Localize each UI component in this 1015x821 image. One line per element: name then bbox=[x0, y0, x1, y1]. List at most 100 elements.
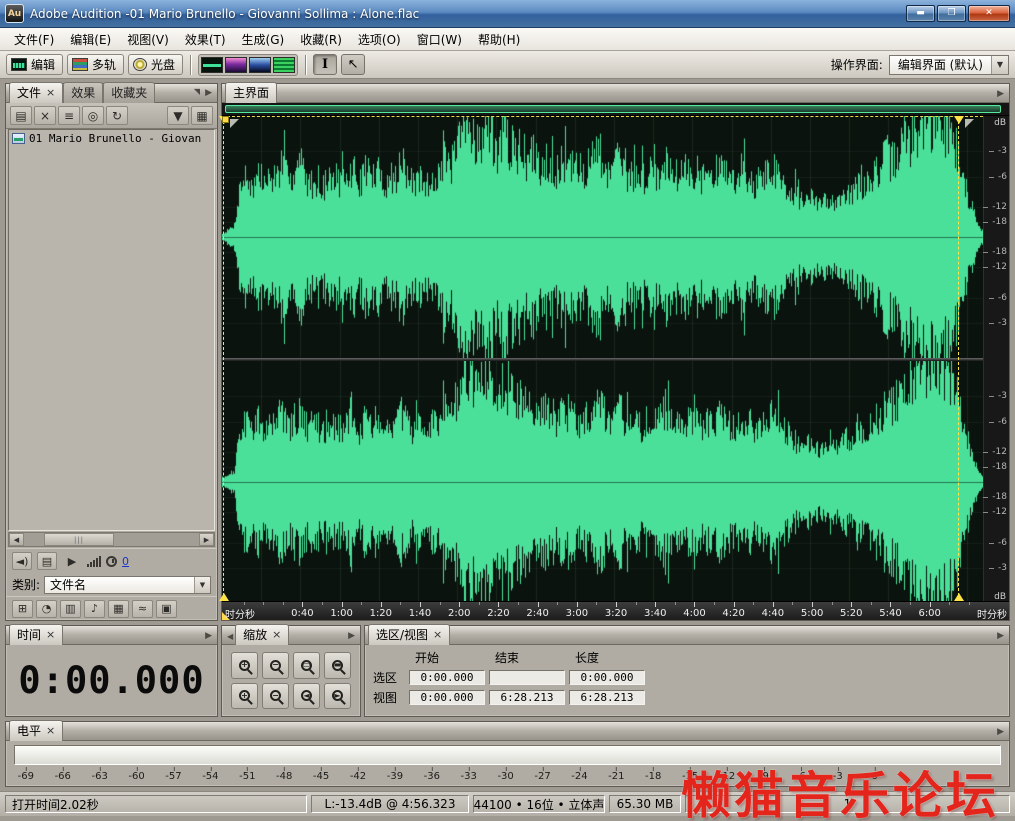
follow-playlist-button[interactable]: ▤ bbox=[37, 552, 57, 570]
menu-item[interactable]: 视图(V) bbox=[119, 28, 177, 51]
zoom-out-vertical-button[interactable]: − bbox=[262, 682, 289, 709]
view-range-bar[interactable] bbox=[225, 105, 1001, 113]
tab-favorites[interactable]: 收藏夹 bbox=[103, 82, 156, 103]
list-item[interactable]: 01 Mario Brunello - Giovan bbox=[9, 130, 214, 147]
panel-menu-button[interactable]: ▶ bbox=[997, 727, 1004, 737]
spectral-frequency-display-button[interactable] bbox=[225, 56, 248, 73]
multitrack-view-button[interactable]: 多轨 bbox=[67, 54, 125, 75]
waveform-display[interactable]: dB -3 -3 -6 -6 -12 -12 -18 -18 dB -3 -3 -6 -6 -12 -12 -1… bbox=[219, 116, 1009, 603]
minimize-button[interactable]: ▬ bbox=[906, 5, 935, 22]
horizontal-scrollbar[interactable]: ◀ ||| ▶ bbox=[8, 532, 215, 547]
boundary-marker-line[interactable] bbox=[953, 116, 964, 601]
preview-play-button[interactable]: ▶ bbox=[62, 552, 82, 570]
zoom-in-horizontal-button[interactable]: + bbox=[231, 652, 258, 679]
selection-end-field[interactable] bbox=[489, 670, 565, 685]
tab-effects[interactable]: 效果 bbox=[63, 82, 104, 103]
menu-item[interactable]: 编辑(E) bbox=[62, 28, 119, 51]
navigation-bar[interactable] bbox=[222, 103, 1009, 116]
selection-start-field[interactable]: 0:00.000 bbox=[409, 670, 485, 685]
tab-time[interactable]: 时间 × bbox=[9, 624, 64, 645]
time-selection-tool-button[interactable]: I bbox=[313, 54, 338, 75]
scrollbar-track[interactable]: ||| bbox=[24, 533, 199, 546]
spectral-pan-display-button[interactable] bbox=[249, 56, 272, 73]
close-file-button[interactable]: × bbox=[34, 106, 56, 125]
db-ruler[interactable]: dB -3 -3 -6 -6 -12 -12 -18 -18 dB -3 -3 -6 -6 -12 -12 -1… bbox=[983, 116, 1009, 602]
loop-duration-icon[interactable] bbox=[106, 555, 117, 567]
sort-category-select[interactable]: 文件名 ▼ bbox=[44, 575, 211, 594]
menu-item[interactable]: 选项(O) bbox=[350, 28, 409, 51]
selection-handle[interactable] bbox=[222, 116, 229, 123]
drag-handle-icon[interactable] bbox=[230, 119, 239, 128]
insert-multitrack-button[interactable]: ≡ bbox=[58, 106, 80, 125]
workspace-select[interactable]: 编辑界面 (默认) ▼ bbox=[888, 54, 1009, 75]
file-list[interactable]: 01 Mario Brunello - Giovan bbox=[8, 129, 215, 531]
menu-item[interactable]: 收藏(R) bbox=[292, 28, 350, 51]
tab-scroll-left-icon[interactable]: ◀ bbox=[225, 632, 235, 644]
scroll-right-icon[interactable]: ▶ bbox=[199, 533, 214, 546]
close-icon[interactable]: × bbox=[433, 629, 442, 640]
loop-count[interactable]: 0 bbox=[122, 555, 129, 568]
close-icon[interactable]: × bbox=[46, 725, 55, 736]
columns-button[interactable]: ▥ bbox=[60, 599, 81, 618]
zoom-out-full-button[interactable]: ▭ bbox=[293, 652, 320, 679]
scrollbar-thumb[interactable]: ||| bbox=[44, 533, 114, 546]
panel-menu-button[interactable]: ▶ bbox=[997, 89, 1004, 99]
grid-button[interactable]: ▦ bbox=[108, 599, 129, 618]
zoom-in-vertical-button[interactable]: + bbox=[231, 682, 258, 709]
edit-view-button[interactable]: 编辑 bbox=[6, 54, 64, 75]
drag-handle-icon[interactable] bbox=[964, 119, 974, 128]
import-file-button[interactable]: ▤ bbox=[10, 106, 32, 125]
panel-menu-button[interactable]: ▶ bbox=[205, 631, 212, 641]
zoom-to-selection-button[interactable]: ▬ bbox=[324, 652, 351, 679]
panel-menu-button[interactable]: ▶ bbox=[348, 631, 355, 641]
spectral-phase-display-button[interactable] bbox=[273, 56, 296, 73]
view-length-field[interactable]: 6:28.213 bbox=[569, 690, 645, 705]
zoom-out-horizontal-button[interactable]: − bbox=[262, 652, 289, 679]
close-icon[interactable]: × bbox=[272, 629, 281, 640]
tab-main-interface[interactable]: 主界面 bbox=[225, 82, 278, 103]
menu-item[interactable]: 生成(G) bbox=[234, 28, 293, 51]
menu-item[interactable]: 窗口(W) bbox=[409, 28, 470, 51]
scrub-tool-button[interactable]: ↖ bbox=[341, 54, 366, 75]
waveform-display-button[interactable] bbox=[201, 56, 224, 73]
menu-item[interactable]: 文件(F) bbox=[6, 28, 62, 51]
level-meter[interactable] bbox=[14, 745, 1001, 765]
file-options-button[interactable]: ▦ bbox=[191, 106, 213, 125]
marker-filter-button[interactable]: ▣ bbox=[156, 599, 177, 618]
preview-volume-slider[interactable] bbox=[87, 555, 101, 567]
zoom-right-edge-button[interactable]: ► bbox=[324, 682, 351, 709]
waveform-channel-left[interactable] bbox=[222, 116, 983, 358]
selection-length-field[interactable]: 0:00.000 bbox=[569, 670, 645, 685]
autoplay-button[interactable]: ◄) bbox=[12, 552, 32, 570]
wave-filter-button[interactable]: ≈ bbox=[132, 599, 153, 618]
close-button[interactable]: ✕ bbox=[968, 5, 1010, 22]
chevron-down-icon[interactable]: ▼ bbox=[991, 55, 1008, 74]
insert-cd-button[interactable]: ◎ bbox=[82, 106, 104, 125]
menu-item[interactable]: 效果(T) bbox=[177, 28, 234, 51]
tab-files[interactable]: 文件 × bbox=[9, 82, 64, 103]
scroll-left-icon[interactable]: ◀ bbox=[9, 533, 24, 546]
cd-view-button[interactable]: 光盘 bbox=[128, 54, 184, 75]
close-icon[interactable]: × bbox=[46, 87, 55, 98]
tab-selection-view[interactable]: 选区/视图 × bbox=[368, 624, 451, 645]
menu-item[interactable]: 帮助(H) bbox=[470, 28, 528, 51]
tab-zoom[interactable]: 缩放 × bbox=[235, 624, 290, 645]
view-end-field[interactable]: 6:28.213 bbox=[489, 690, 565, 705]
waveform-channel-right[interactable] bbox=[222, 361, 983, 603]
maximize-button[interactable]: ❒ bbox=[937, 5, 966, 22]
duration-button[interactable]: ◔ bbox=[36, 599, 57, 618]
playhead-line[interactable] bbox=[219, 116, 229, 601]
zoom-left-edge-button[interactable]: ◄ bbox=[293, 682, 320, 709]
file-sort-button[interactable]: ▼ bbox=[167, 106, 189, 125]
show-icons-button[interactable]: ⊞ bbox=[12, 599, 33, 618]
close-icon[interactable]: × bbox=[46, 629, 55, 640]
audio-filter-button[interactable]: ♪ bbox=[84, 599, 105, 618]
chevron-down-icon[interactable]: ▼ bbox=[194, 576, 210, 593]
view-start-field[interactable]: 0:00.000 bbox=[409, 690, 485, 705]
panel-menu-button[interactable]: ▶ bbox=[205, 88, 212, 98]
panel-menu-button[interactable]: ▶ bbox=[997, 631, 1004, 641]
edit-file-button[interactable]: ↻ bbox=[106, 106, 128, 125]
tab-level[interactable]: 电平 × bbox=[9, 720, 64, 741]
tab-overflow-icon[interactable]: ◥ bbox=[192, 87, 202, 99]
timeline-ruler[interactable]: 时分秒 时分秒 0:40 1:00 1:20 1:40 2:00 2:20 2:40 3:00 3:… bbox=[222, 601, 1009, 621]
